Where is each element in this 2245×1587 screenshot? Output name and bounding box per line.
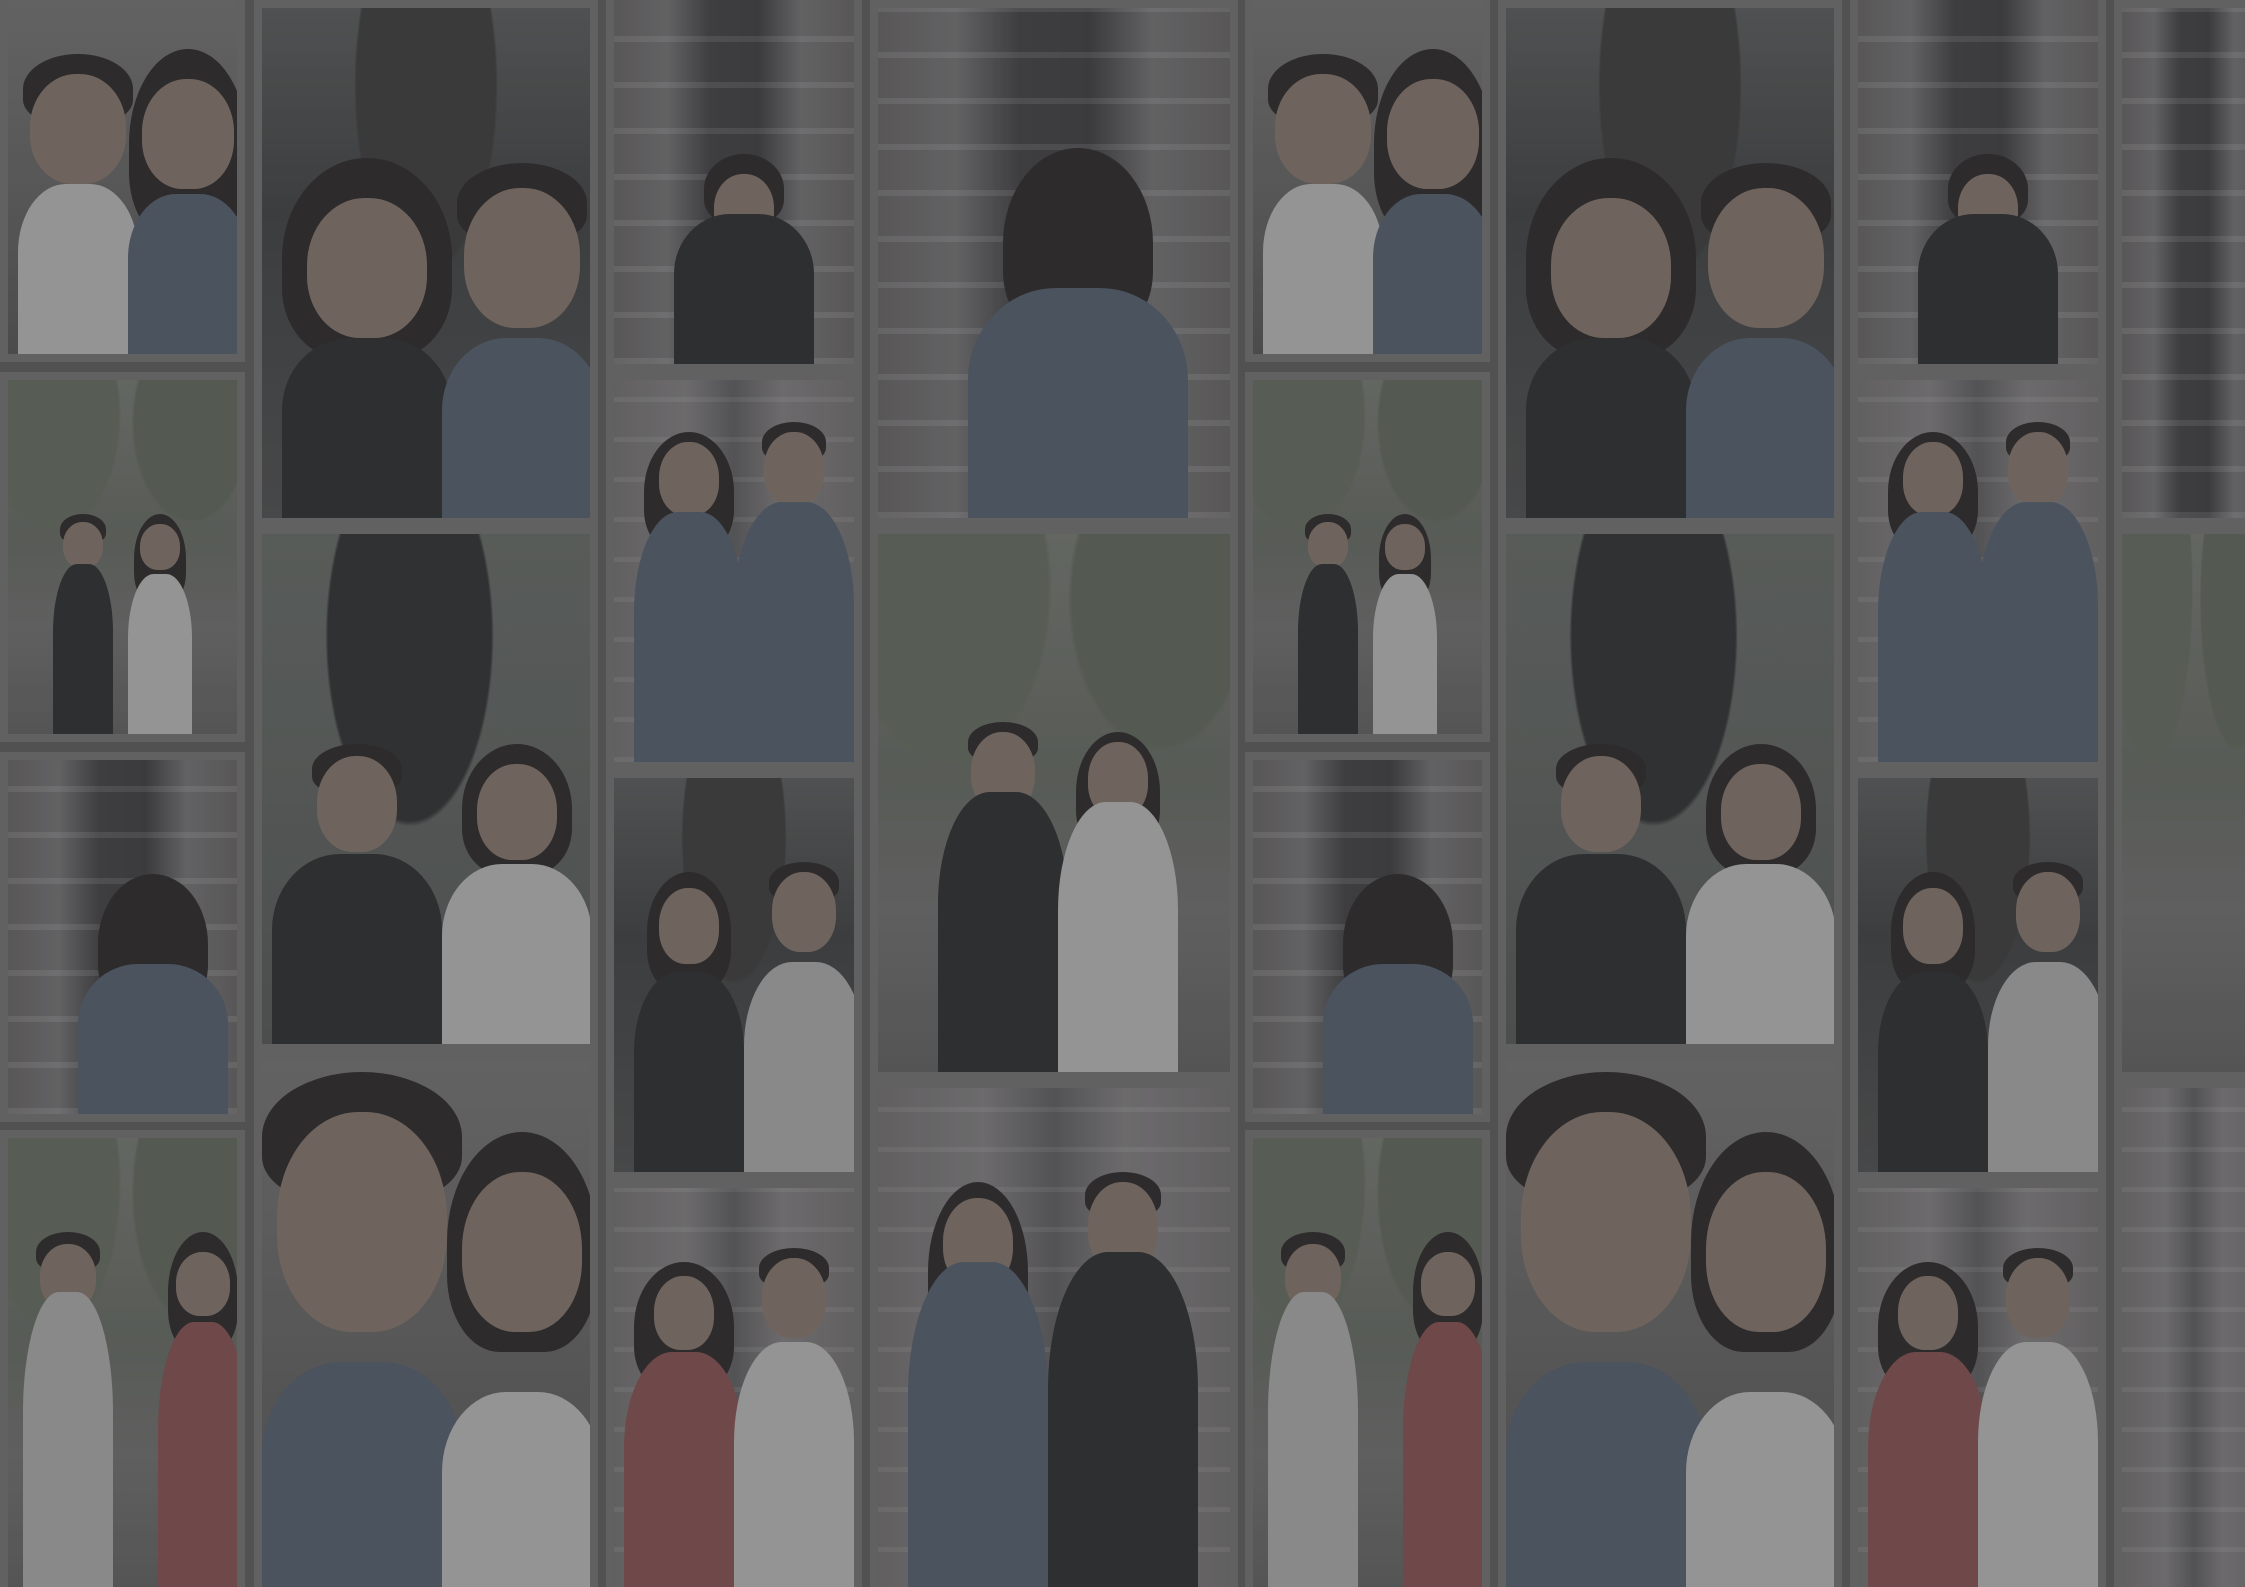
figure-girl xyxy=(282,138,452,518)
figure-girl xyxy=(1403,1172,1482,1587)
figure-boy xyxy=(1978,402,2098,762)
tile-car-couple-sitting-repeat xyxy=(1850,770,2106,1180)
tile-store-couple-standing xyxy=(870,1080,1238,1587)
tile-park-couple-repeat xyxy=(1245,372,1490,742)
figure-girl xyxy=(128,444,192,734)
figure-girl xyxy=(158,1172,237,1587)
figure-boy xyxy=(23,1172,113,1587)
figure-boy xyxy=(262,1072,462,1587)
figure-girl xyxy=(1526,138,1696,518)
tile-car-couple-sitting xyxy=(606,770,862,1180)
tile-store-couple-basket xyxy=(606,372,862,770)
figure-girl xyxy=(442,744,590,1044)
tile-park-couple-large xyxy=(870,526,1238,1080)
figure-girl xyxy=(624,1212,744,1587)
figure-boy xyxy=(1268,1172,1358,1587)
figure-boy xyxy=(272,744,442,1044)
tile-store-couple-red-skirt-repeat xyxy=(1850,1180,2106,1587)
figure-boy xyxy=(744,832,854,1172)
tile-store-edge xyxy=(2114,1080,2245,1587)
figure-boy xyxy=(1506,1072,1706,1587)
figure-boy xyxy=(1686,138,1834,518)
figure-boy xyxy=(734,402,854,762)
figure-girl xyxy=(634,402,744,762)
figure-girl xyxy=(1878,402,1988,762)
tile-car-couple-repeat xyxy=(1498,0,1842,526)
figure-boy xyxy=(1263,24,1383,354)
figure-girl xyxy=(442,1072,590,1587)
tile-store-couple-basket-repeat xyxy=(1850,372,2106,770)
figure-girl xyxy=(968,148,1188,518)
figure-girl xyxy=(78,814,228,1114)
figure-girl xyxy=(1058,632,1178,1072)
tile-umbrella-couple xyxy=(254,526,598,1052)
figure-girl xyxy=(1878,832,1988,1172)
tile-park-couple-red-skirt-repeat xyxy=(1245,1130,1490,1587)
figure-boy xyxy=(53,444,113,734)
figure-boy xyxy=(1516,744,1686,1044)
figure-girl xyxy=(1323,814,1473,1114)
tile-store-girl-back xyxy=(0,752,245,1122)
tile-park-edge xyxy=(2114,526,2245,1080)
figure-girl xyxy=(1373,24,1482,354)
figure-boy xyxy=(734,1212,854,1587)
figure-boy xyxy=(1988,832,2098,1172)
figure-girl xyxy=(1686,1072,1834,1587)
tile-umbrella-couple-repeat xyxy=(1498,526,1842,1052)
figure-girl xyxy=(1868,1212,1988,1587)
figure-girl xyxy=(128,24,237,354)
figure-boy xyxy=(1048,1112,1198,1587)
photo-mosaic-background xyxy=(0,0,2245,1587)
tile-selfie-couple-closeup-repeat xyxy=(1498,1052,1842,1587)
tile-car-couple xyxy=(254,0,598,526)
figure-girl xyxy=(634,832,744,1172)
tile-selfie-couple-repeat xyxy=(1245,0,1490,362)
tile-park-couple xyxy=(0,372,245,742)
figure-boy xyxy=(1298,444,1358,734)
tile-store-girl-back-repeat xyxy=(1245,752,1490,1122)
tile-store-boy-repeat xyxy=(1850,0,2106,372)
figure-boy xyxy=(18,24,138,354)
tile-selfie-couple xyxy=(0,0,245,362)
figure-boy xyxy=(1918,64,2058,364)
tile-store-aisle-edge xyxy=(2114,0,2245,526)
figure-boy xyxy=(1978,1212,2098,1587)
figure-girl xyxy=(908,1112,1048,1587)
tile-park-couple-red-skirt xyxy=(0,1130,245,1587)
tile-store-couple-red-skirt xyxy=(606,1180,862,1587)
tile-store-girl-aisle xyxy=(870,0,1238,526)
tile-selfie-couple-closeup xyxy=(254,1052,598,1587)
figure-girl xyxy=(1373,444,1437,734)
figure-boy xyxy=(938,632,1068,1072)
figure-boy xyxy=(442,138,590,518)
figure-girl xyxy=(1686,744,1834,1044)
figure-boy xyxy=(674,64,814,364)
tile-store-boy xyxy=(606,0,862,372)
